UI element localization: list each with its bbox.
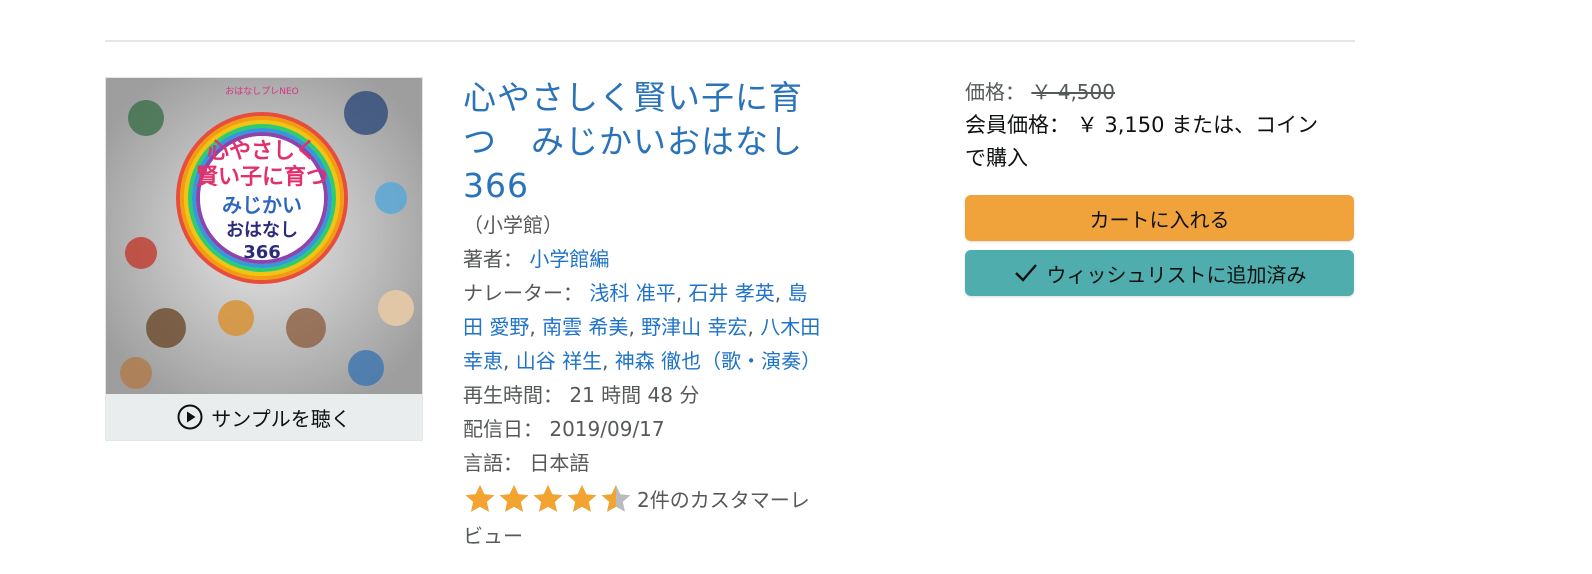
product-listing-page: おはなしプレNEO 心やさしく 賢い子に育つ みじかい おはなし 366 サンプ… xyxy=(0,0,1592,574)
member-suffix-2: で購入 xyxy=(965,146,1028,170)
product-title[interactable]: 心やさしく賢い子に育 つ みじかいおはなし 366 xyxy=(463,76,823,208)
cover-series-label: おはなしプレNEO xyxy=(225,86,299,97)
narrator-label: ナレーター： xyxy=(463,281,583,305)
title-line-1: 心やさしく賢い子に育 xyxy=(463,78,803,117)
runtime-value: 21 時間 48 分 xyxy=(569,383,700,407)
narrator-link[interactable]: 野津山 幸宏 xyxy=(641,315,747,339)
product-details: 心やさしく賢い子に育 つ みじかいおはなし 366 （小学館） 著者： 小学館編… xyxy=(463,76,863,556)
narrator-line-1: ナレーター： 浅科 准平, 石井 孝英, 島 xyxy=(463,281,808,305)
narrator-link[interactable]: 石井 孝英 xyxy=(688,281,774,305)
star-icon xyxy=(533,485,563,512)
member-price: ￥ 3,150 xyxy=(1076,113,1165,137)
narrator-link[interactable]: 島 xyxy=(788,281,808,305)
rating-row[interactable]: 2件のカスタマーレ xyxy=(463,480,863,516)
narrator-link[interactable]: 神森 徹也（歌・演奏） xyxy=(615,349,821,373)
release-label: 配信日： xyxy=(463,417,543,441)
language-row: 言語： 日本語 xyxy=(463,446,863,480)
publisher: （小学館） xyxy=(463,213,563,237)
runtime-label: 再生時間： xyxy=(463,383,563,407)
top-divider xyxy=(105,40,1355,42)
title-line-3: 366 xyxy=(463,166,529,205)
title-line-2: つ みじかいおはなし xyxy=(463,122,803,161)
cover-title-4: おはなし xyxy=(226,220,298,241)
star-icon xyxy=(601,485,631,512)
cover-illustration: おはなしプレNEO 心やさしく 賢い子に育つ みじかい おはなし 366 xyxy=(106,78,422,394)
sample-label: サンプルを聴く xyxy=(211,406,351,431)
narrator-link[interactable]: 田 愛野 xyxy=(463,315,529,339)
release-row: 配信日： 2019/09/17 xyxy=(463,412,863,446)
check-icon xyxy=(1014,264,1037,282)
cover-title-5: 366 xyxy=(243,242,281,263)
cover-title-2: 賢い子に育つ xyxy=(196,164,328,190)
add-to-cart-button[interactable]: カートに入れる xyxy=(965,195,1354,241)
narrator-line-3: 幸恵, 山谷 祥生, 神森 徹也（歌・演奏） xyxy=(463,349,822,373)
narrator-link[interactable]: 南雲 希美 xyxy=(542,315,628,339)
list-price-row: 価格： ￥ 4,500 xyxy=(965,76,1355,109)
cover-container: おはなしプレNEO 心やさしく 賢い子に育つ みじかい おはなし 366 サンプ… xyxy=(105,77,423,441)
star-rating xyxy=(463,483,633,513)
member-suffix: または、コイン xyxy=(1164,113,1319,137)
narrator-link[interactable]: 浅科 准平 xyxy=(589,281,675,305)
member-price-row: 会員価格： ￥ 3,150 または、コイン で購入 xyxy=(965,109,1355,175)
author-link[interactable]: 小学館編 xyxy=(529,247,609,271)
wishlist-label: ウィッシュリストに追加済み xyxy=(1046,262,1307,287)
star-icon xyxy=(499,485,529,512)
author-label: 著者： xyxy=(463,247,523,271)
buy-box: 価格： ￥ 4,500 会員価格： ￥ 3,150 または、コイン で購入 カー… xyxy=(965,76,1355,296)
cover-image[interactable]: おはなしプレNEO 心やさしく 賢い子に育つ みじかい おはなし 366 xyxy=(106,78,422,394)
language-value: 日本語 xyxy=(529,451,590,475)
price-label: 価格： xyxy=(965,80,1025,104)
member-label: 会員価格： xyxy=(965,113,1070,137)
review-count-link[interactable]: 2件のカスタマーレ xyxy=(637,484,810,513)
review-count-link-cont[interactable]: ビュー xyxy=(463,516,863,556)
runtime-row: 再生時間： 21 時間 48 分 xyxy=(463,378,863,412)
list-price: ￥ 4,500 xyxy=(1031,80,1115,104)
cover-title-1: 心やさしく xyxy=(207,139,317,164)
play-icon xyxy=(177,404,203,430)
author-row: 著者： 小学館編 xyxy=(463,242,863,276)
narrator-link[interactable]: 幸恵 xyxy=(463,349,503,373)
sample-play-button[interactable]: サンプルを聴く xyxy=(106,394,422,440)
add-to-cart-label: カートに入れる xyxy=(1089,207,1230,232)
release-value: 2019/09/17 xyxy=(549,417,665,441)
narrator-row: ナレーター： 浅科 准平, 石井 孝英, 島 田 愛野, 南雲 希美, 野津山 … xyxy=(463,276,863,378)
star-icon xyxy=(465,485,495,512)
star-icon xyxy=(567,485,597,512)
wishlist-button[interactable]: ウィッシュリストに追加済み xyxy=(965,250,1354,296)
language-label: 言語： xyxy=(463,451,523,475)
cover-title-3: みじかい xyxy=(222,193,302,217)
narrator-link[interactable]: 山谷 祥生 xyxy=(516,349,602,373)
narrator-link[interactable]: 八木田 xyxy=(760,315,820,339)
narrator-line-2: 田 愛野, 南雲 希美, 野津山 幸宏, 八木田 xyxy=(463,315,821,339)
